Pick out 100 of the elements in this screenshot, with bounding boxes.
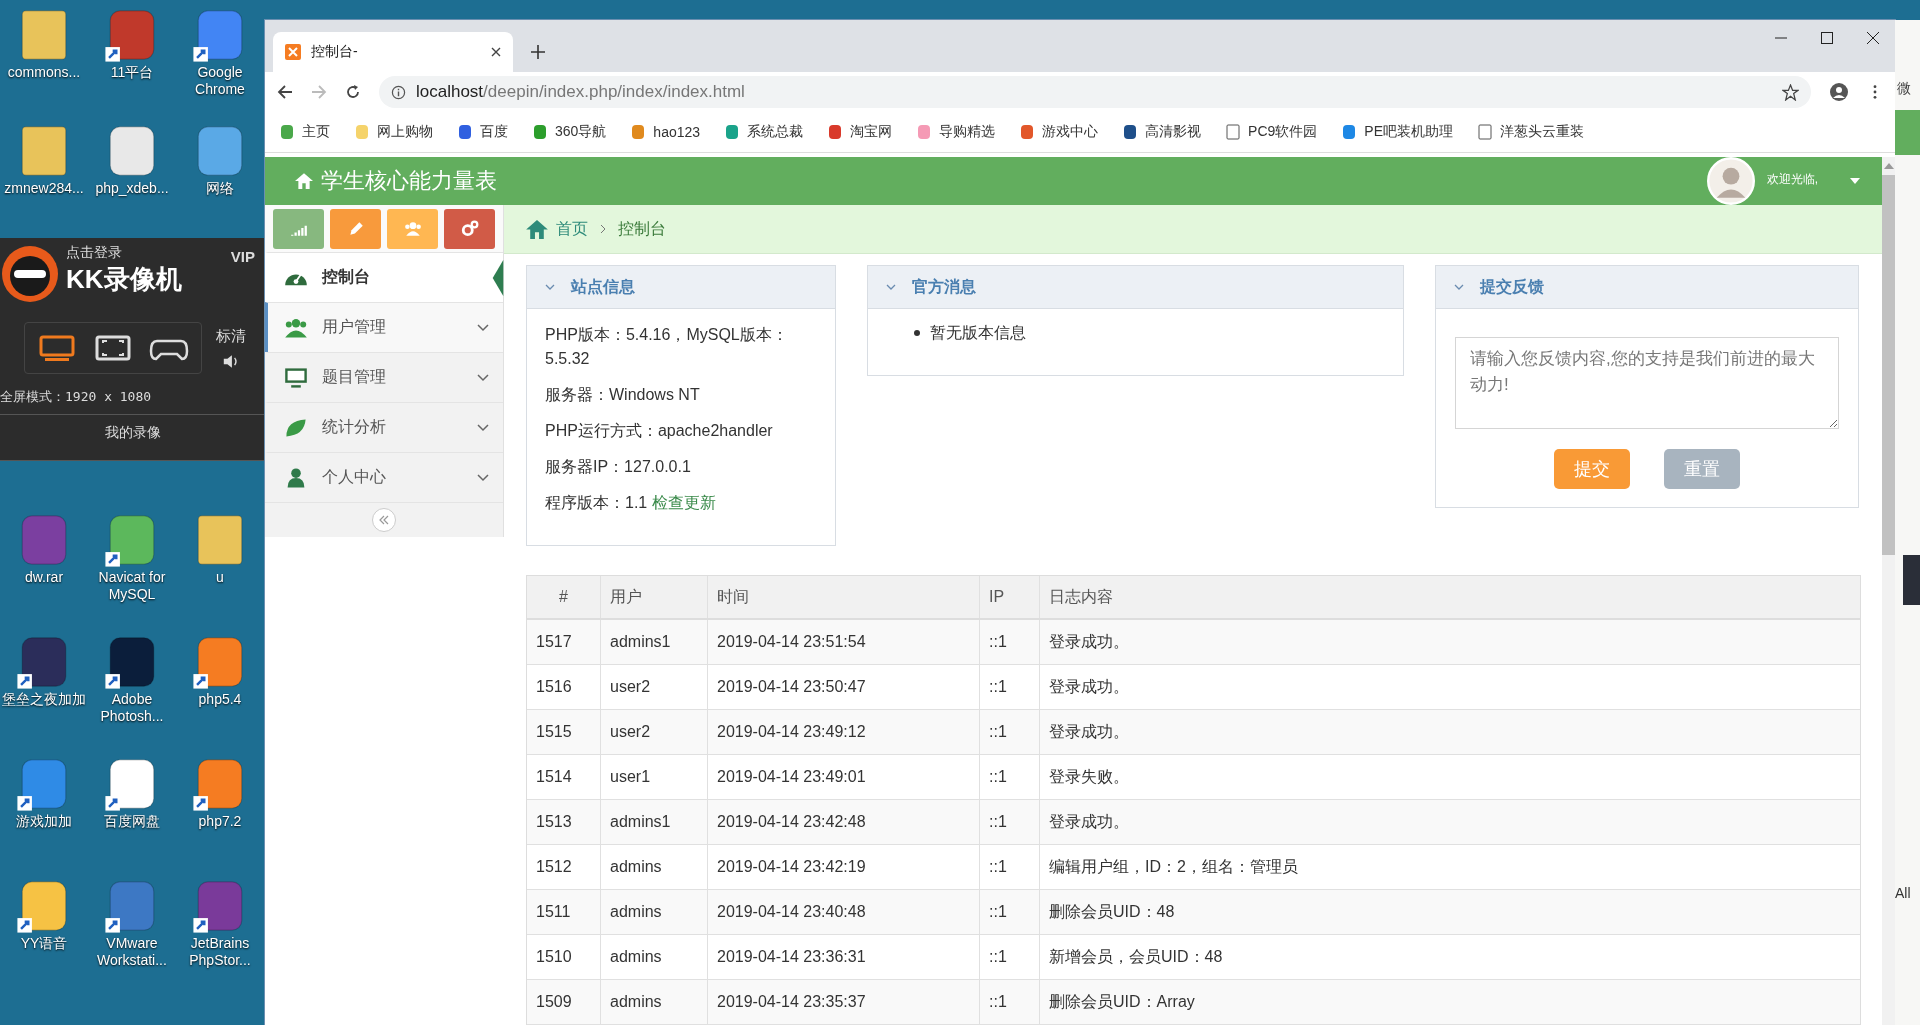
table-cell: 1510 (527, 935, 601, 979)
info-icon (391, 84, 406, 100)
table-cell: 2019-04-14 23:42:19 (708, 845, 980, 889)
panel-title: 提交反馈 (1480, 276, 1544, 297)
collapse-sidebar-button[interactable] (372, 508, 396, 532)
desktop-icon-label: 堡垒之夜加加 (1, 691, 87, 708)
caret-icon (1850, 178, 1860, 184)
address-field[interactable]: localhost/deepin/index.php/index/index.html (379, 76, 1811, 108)
fullscreen-mode-button[interactable] (37, 333, 77, 363)
cogs-shortcut-button[interactable] (444, 208, 495, 249)
sidebar-nav-item[interactable]: 控制台 (265, 252, 503, 302)
chevron-icon[interactable] (1454, 284, 1464, 290)
table-cell-text: 登录成功。 (1048, 721, 1130, 742)
breadcrumb-separator-icon (600, 224, 606, 234)
chevron-icon[interactable] (886, 284, 896, 290)
bookmark-link[interactable]: 淘宝网 (827, 123, 893, 141)
table-cell: ::1 (980, 755, 1040, 799)
header-strip (1895, 110, 1920, 155)
back-icon[interactable] (277, 84, 293, 100)
region-mode-button[interactable] (93, 333, 133, 363)
breadcrumb-current: 控制台 (618, 218, 666, 239)
table-cell: 1509 (527, 980, 601, 1024)
sidebar-nav-item[interactable]: 用户管理 (265, 302, 503, 352)
breadcrumb-link[interactable]: 首页 (556, 218, 588, 240)
desktop-icon-label: commons... (6, 64, 82, 81)
bookmark-star-icon[interactable] (1782, 83, 1799, 101)
avatar-icon (1706, 157, 1755, 205)
capture-mode-text: 全屏模式：1920 x 1080 (0, 388, 153, 406)
bookmark-link[interactable]: 导购精选 (916, 123, 996, 141)
reload-icon[interactable] (345, 84, 361, 100)
desktop-icon-label: Adobe Photosh... (99, 691, 165, 725)
desktop-icon-label: 11平台 (109, 64, 155, 81)
table-cell: ::1 (980, 800, 1040, 844)
table-cell: ::1 (980, 665, 1040, 709)
table-cell: 2019-04-14 23:51:54 (708, 620, 980, 664)
desktop-icon-label: dw.rar (23, 569, 65, 586)
close-tab-icon[interactable] (491, 47, 501, 57)
bookmark-link[interactable]: 网上购物 (354, 123, 433, 141)
maximize-icon[interactable] (1821, 32, 1833, 44)
table-cell: user1 (601, 755, 708, 799)
table-cell: ::1 (980, 890, 1040, 934)
site-icon (724, 124, 741, 140)
favicon-icon (285, 44, 301, 60)
desktop-icon-label: php_xdeb... (94, 180, 170, 197)
table-cell-text: 删除会员UID：Array (1048, 991, 1196, 1012)
table-cell: admins (601, 845, 708, 889)
users-icon (403, 219, 422, 238)
column-header: # (527, 576, 601, 618)
bookmark-link[interactable]: 洋葱头云重装 (1477, 123, 1584, 141)
bookmark-link[interactable]: 高清影视 (1122, 123, 1202, 141)
raccoon-logo-icon (0, 244, 60, 304)
table-cell: 2019-04-14 23:50:47 (708, 665, 980, 709)
login-link[interactable]: 点击登录 (66, 244, 182, 262)
table-cell: admins (601, 890, 708, 934)
desktop-icon-label: zmnew284... (3, 180, 85, 197)
browser-tab[interactable]: 控制台- (273, 32, 513, 72)
bookmark-link[interactable]: 游戏中心 (1019, 123, 1099, 141)
table-cell: 2019-04-14 23:36:31 (708, 935, 980, 979)
bookmark-link[interactable]: 百度 (457, 123, 508, 141)
sidebar-nav-item[interactable]: 题目管理 (265, 352, 503, 402)
desktop-icon-label: YY语音 (19, 935, 69, 952)
desktop-icon-label: 网络 (205, 180, 235, 197)
close-icon[interactable] (1867, 32, 1879, 44)
table-cell-text: 登录失败。 (1048, 766, 1130, 787)
table-cell-text: 新增会员，会员UID：48 (1048, 946, 1224, 967)
chevron-icon (477, 373, 489, 382)
feedback-field[interactable]: 请输入您反馈内容,您的支持是我们前进的最大动力! (1455, 337, 1839, 429)
profile-icon[interactable] (1829, 82, 1849, 102)
sidebar-nav-item[interactable]: 个人中心 (265, 452, 503, 502)
new-tab-icon[interactable] (531, 45, 545, 59)
window-text: All (1895, 885, 1912, 901)
gears-icon (460, 219, 479, 238)
table-cell-text: 删除会员UID：48 (1048, 901, 1176, 922)
bookmark-link[interactable]: 360导航 (532, 123, 607, 141)
bullet-icon (914, 330, 920, 336)
bookmark-link[interactable]: 系统总裁 (724, 123, 804, 141)
table-cell-text: 登录成功。 (1048, 811, 1130, 832)
table-cell: admins (601, 980, 708, 1024)
double-chevron-icon (378, 515, 390, 525)
bookmark-link[interactable]: 主页 (279, 123, 330, 141)
quality-label[interactable]: 标清 (216, 327, 246, 346)
table-cell-text: 登录成功。 (1048, 631, 1130, 652)
scrollbar[interactable] (1882, 157, 1895, 1025)
site-icon (916, 124, 933, 140)
speaker-icon[interactable] (222, 354, 240, 369)
table-cell: 2019-04-14 23:49:01 (708, 755, 980, 799)
scroll-thumb[interactable] (1882, 175, 1895, 555)
bookmark-link[interactable]: PE吧装机助理 (1341, 123, 1453, 141)
table-cell: admins (601, 935, 708, 979)
desktop-icon-label: 百度网盘 (103, 813, 161, 830)
bookmark-link[interactable]: hao123 (630, 124, 701, 140)
window-text: 微 (1897, 80, 1912, 98)
table-cell: 1512 (527, 845, 601, 889)
sidebar-nav-item[interactable]: 统计分析 (265, 402, 503, 452)
check-update-link[interactable]: 检查更新 (651, 494, 716, 511)
users-icon (284, 316, 308, 339)
chevron-icon[interactable] (545, 284, 555, 290)
column-header: 用户 (601, 576, 708, 618)
bookmark-link[interactable]: PC9软件园 (1225, 123, 1318, 141)
vip-label: VIP (230, 248, 255, 265)
